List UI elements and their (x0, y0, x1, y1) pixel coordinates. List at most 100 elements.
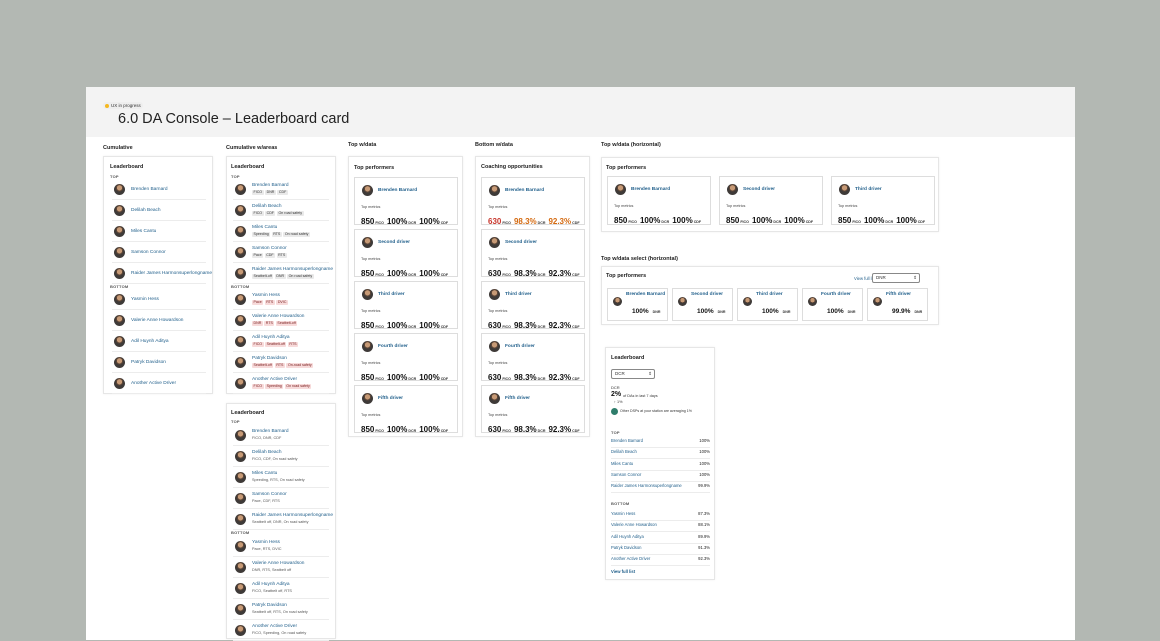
driver-metric-card[interactable]: Second driver Top metrics 850FICO 100%DCR 10… (354, 229, 458, 278)
driver-metric-card[interactable]: Brenden Barnard Top metrics 850FICO 100%DCR… (354, 177, 458, 226)
driver-name[interactable]: Miles Cantu (131, 229, 156, 234)
driver-name[interactable]: Delilah Beach (611, 449, 637, 454)
list-item[interactable]: Miles Cantu (112, 222, 206, 242)
driver-metric-card[interactable]: Third driver Top metrics 850FICO 100%DCR 100… (354, 281, 458, 330)
driver-name[interactable]: Samson Connor (252, 492, 287, 497)
driver-name[interactable]: Patryk Davidson (611, 545, 642, 550)
list-item[interactable]: Raider James Harmonsuperlongname Seatbelt… (233, 510, 333, 530)
driver-metric-card[interactable]: Brenden Barnard Top metrics 630FICO 98.3%DC… (481, 177, 585, 226)
driver-name[interactable]: Yasmin Hess (131, 297, 159, 302)
list-item[interactable]: Patryk Davidson Seatbelt off, RTS, On roa… (233, 600, 329, 620)
list-item[interactable]: Yasmin Hess Pace RTS DVIC (233, 290, 329, 310)
driver-metric-card[interactable]: Fourth driver Top metrics 850FICO 100%DCR 10… (354, 333, 458, 382)
list-item[interactable]: Miles Cantu 100% (611, 461, 710, 471)
driver-name[interactable]: Patryk Davidson (131, 360, 166, 365)
driver-name[interactable]: Adil Huynh Aditya (611, 534, 644, 539)
list-item[interactable]: Another Active Driver FICO, Speeding, On … (233, 621, 329, 641)
list-item[interactable]: Valerie Anne Howardson DNR RTS Seatbelt-off (233, 311, 329, 331)
driver-name[interactable]: Brenden Barnard (378, 188, 417, 193)
driver-metric-card[interactable]: Second driver Top metrics 630FICO 98.3%DCR 9… (481, 229, 585, 278)
driver-name[interactable]: Yasmin Hess (252, 540, 280, 545)
list-item[interactable]: Valerie Anne Howardson (112, 311, 206, 331)
list-item[interactable]: Delilah Beach (112, 201, 206, 221)
driver-name[interactable]: Samson Connor (611, 472, 641, 477)
driver-name[interactable]: Second driver (691, 292, 731, 297)
driver-name[interactable]: Brenden Barnard (252, 429, 289, 434)
driver-metric-card[interactable]: Brenden Barnard 100% DNR (607, 288, 668, 321)
driver-metric-card[interactable]: Third driver Top metrics 630FICO 98.3%DCR 92… (481, 281, 585, 330)
driver-name[interactable]: Adil Huynh Aditya (252, 335, 290, 340)
driver-metric-card[interactable]: Fifth driver Top metrics 630FICO 98.3%DCR 92… (481, 385, 585, 434)
driver-name[interactable]: Samson Connor (131, 250, 166, 255)
list-item[interactable]: Patryk Davidson Seatbelt-off RTS On-road sa… (233, 353, 329, 373)
list-item[interactable]: Delilah Beach FICO CDF On road safety (233, 201, 329, 221)
driver-name[interactable]: Delilah Beach (131, 208, 161, 213)
driver-name[interactable]: Yasmin Hess (252, 293, 280, 298)
driver-name[interactable]: Raider James Harmonsuperlongname (611, 483, 682, 488)
list-item[interactable]: Miles Cantu Speeding RTS On road safety (233, 222, 329, 242)
list-item[interactable]: Adil Huynh Aditya (112, 332, 206, 352)
list-item[interactable]: Brenden Barnard FICO, DNR, CDF (233, 426, 329, 446)
driver-metric-card[interactable]: Fourth driver Top metrics 630FICO 98.3%DCR 9… (481, 333, 585, 382)
driver-name[interactable]: Raider James Harmonsuperlongname (131, 271, 212, 276)
driver-name[interactable]: Yasmin Hess (611, 511, 635, 516)
list-item[interactable]: Adil Huynh Aditya FICO Seatbelt-off RTS (233, 332, 329, 352)
driver-name[interactable]: Brenden Barnard (611, 438, 643, 443)
driver-metric-card[interactable]: Fifth driver 99.9% DNR (867, 288, 928, 321)
list-item[interactable]: Adil Huynh Aditya FICO, Seatbelt off, RTS (233, 579, 329, 599)
driver-name[interactable]: Miles Cantu (252, 225, 277, 230)
driver-name[interactable]: Raider James Harmonsuperlongname (252, 513, 333, 518)
list-item[interactable]: Brenden Barnard (112, 180, 206, 200)
driver-metric-card[interactable]: Fourth driver 100% DNR (802, 288, 863, 321)
list-item[interactable]: Valerie Anne Howardson DNR, RTS, Seatbelt… (233, 558, 329, 578)
driver-name[interactable]: Third driver (378, 292, 405, 297)
list-item[interactable]: Raider James Harmonsuperlongname Seatbelt… (233, 264, 333, 284)
view-full-list-link[interactable]: View full list (611, 569, 635, 574)
driver-name[interactable]: Third driver (855, 187, 882, 192)
driver-name[interactable]: Brenden Barnard (505, 188, 544, 193)
list-item[interactable]: Another Active Driver 92.3% (611, 556, 710, 567)
driver-name[interactable]: Fifth driver (886, 292, 926, 297)
driver-name[interactable]: Adil Huynh Aditya (131, 339, 169, 344)
list-item[interactable]: Yasmin Hess 87.3% (611, 511, 710, 521)
list-item[interactable]: Yasmin Hess (112, 290, 206, 310)
driver-name[interactable]: Brenden Barnard (631, 187, 670, 192)
list-item[interactable]: Valerie Anne Howardson 88.1% (611, 522, 710, 533)
driver-name[interactable]: Fifth driver (505, 396, 530, 401)
driver-name[interactable]: Second driver (505, 240, 537, 245)
driver-name[interactable]: Fourth driver (821, 292, 861, 297)
driver-name[interactable]: Third driver (756, 292, 796, 297)
driver-name[interactable]: Delilah Beach (252, 450, 282, 455)
driver-name[interactable]: Valerie Anne Howardson (131, 318, 183, 323)
list-item[interactable]: Patryk Davidson (112, 353, 206, 373)
list-item[interactable]: Miles Cantu Speeding, RTS, On road safety (233, 468, 329, 488)
driver-name[interactable]: Another Active Driver (611, 556, 650, 561)
list-item[interactable]: Brenden Barnard 100% (611, 438, 710, 448)
driver-name[interactable]: Second driver (378, 240, 410, 245)
driver-name[interactable]: Brenden Barnard (131, 187, 168, 192)
list-item[interactable]: Another Active Driver (112, 374, 206, 394)
driver-name[interactable]: Another Active Driver (131, 381, 176, 386)
list-item[interactable]: Delilah Beach FICO, CDF, On road safety (233, 447, 329, 467)
driver-name[interactable]: Adil Huynh Aditya (252, 582, 290, 587)
list-item[interactable]: Raider James Harmonsuperlongname 99.9% (611, 483, 710, 494)
driver-name[interactable]: Valerie Anne Howardson (252, 314, 304, 319)
list-item[interactable]: Raider James Harmonsuperlongname (112, 264, 212, 284)
driver-metric-card[interactable]: Second driver 100% DNR (672, 288, 733, 321)
driver-name[interactable]: Brenden Barnard (252, 183, 289, 188)
driver-name[interactable]: Third driver (505, 292, 532, 297)
driver-metric-card[interactable]: Fifth driver Top metrics 850FICO 100%DCR 100… (354, 385, 458, 434)
driver-name[interactable]: Valerie Anne Howardson (252, 561, 304, 566)
driver-metric-card[interactable]: Third driver Top metrics 850FICO 100%DCR 100… (831, 176, 935, 225)
metric-select[interactable]: DNR ⇕ (872, 273, 920, 283)
driver-name[interactable]: Fifth driver (378, 396, 403, 401)
list-item[interactable]: Delilah Beach 100% (611, 449, 710, 460)
driver-name[interactable]: Miles Cantu (252, 471, 277, 476)
driver-metric-card[interactable]: Third driver 100% DNR (737, 288, 798, 321)
driver-name[interactable]: Miles Cantu (611, 461, 633, 466)
driver-name[interactable]: Another Active Driver (252, 377, 297, 382)
list-item[interactable]: Patryk Davidson 91.3% (611, 545, 710, 555)
driver-name[interactable]: Samson Connor (252, 246, 287, 251)
list-item[interactable]: Samson Connor 100% (611, 472, 710, 482)
list-item[interactable]: Brenden Barnard FICO DNR CDF (233, 180, 329, 200)
